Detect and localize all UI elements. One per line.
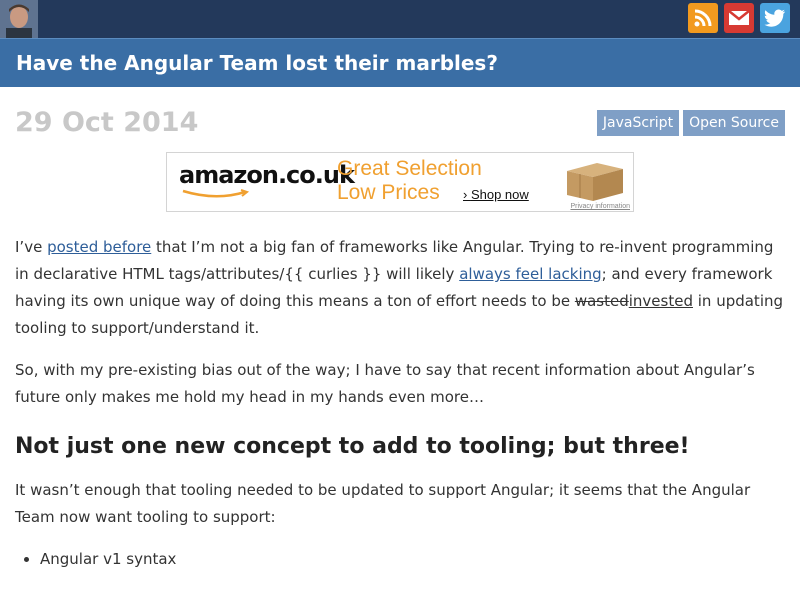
post-meta: 29 Oct 2014 JavaScript Open Source	[0, 87, 800, 153]
ad-privacy-link[interactable]: Privacy information	[570, 203, 630, 210]
email-icon[interactable]	[724, 3, 754, 33]
tag-javascript[interactable]: JavaScript	[596, 110, 680, 136]
posted-before-link[interactable]: posted before	[47, 238, 151, 256]
underlined-word: invested	[628, 292, 693, 310]
title-banner: Have the Angular Team lost their marbles…	[0, 38, 800, 87]
ad-headline: Great Selection	[337, 157, 482, 180]
amazon-smile-icon	[182, 189, 250, 198]
list-item: Angular v1 syntax	[40, 546, 785, 573]
tag-open-source[interactable]: Open Source	[683, 110, 785, 136]
social-links	[688, 3, 790, 33]
twitter-icon[interactable]	[760, 3, 790, 33]
always-feel-lacking-link[interactable]: always feel lacking	[459, 265, 601, 283]
post-body: I’ve posted before that I’m not a big fa…	[15, 234, 785, 573]
ad-cta-label: Shop now	[470, 187, 529, 202]
section-heading: Not just one new concept to add to tooli…	[15, 434, 690, 459]
post-title[interactable]: Have the Angular Team lost their marbles…	[16, 51, 498, 75]
paragraph-1: I’ve posted before that I’m not a big fa…	[15, 238, 784, 337]
paragraph-2: So, with my pre-existing bias out of the…	[15, 361, 755, 406]
amazon-ad-banner[interactable]: amazon.co.uk Great Selection Low Prices …	[166, 152, 634, 212]
struck-word: wasted	[574, 292, 629, 310]
bullet-list: Angular v1 syntax	[15, 546, 785, 573]
author-avatar[interactable]	[0, 0, 38, 38]
post-date: 29 Oct 2014	[15, 107, 199, 138]
package-box-icon	[567, 163, 623, 201]
ad-shop-now-link[interactable]: › Shop now	[463, 187, 529, 202]
paragraph-3: It wasn’t enough that tooling needed to …	[15, 481, 751, 526]
top-bar	[0, 0, 800, 38]
amazon-logo: amazon.co.uk	[179, 161, 355, 189]
ad-subheadline: Low Prices	[337, 181, 440, 204]
rss-icon[interactable]	[688, 3, 718, 33]
tag-list: JavaScript Open Source	[596, 110, 785, 136]
